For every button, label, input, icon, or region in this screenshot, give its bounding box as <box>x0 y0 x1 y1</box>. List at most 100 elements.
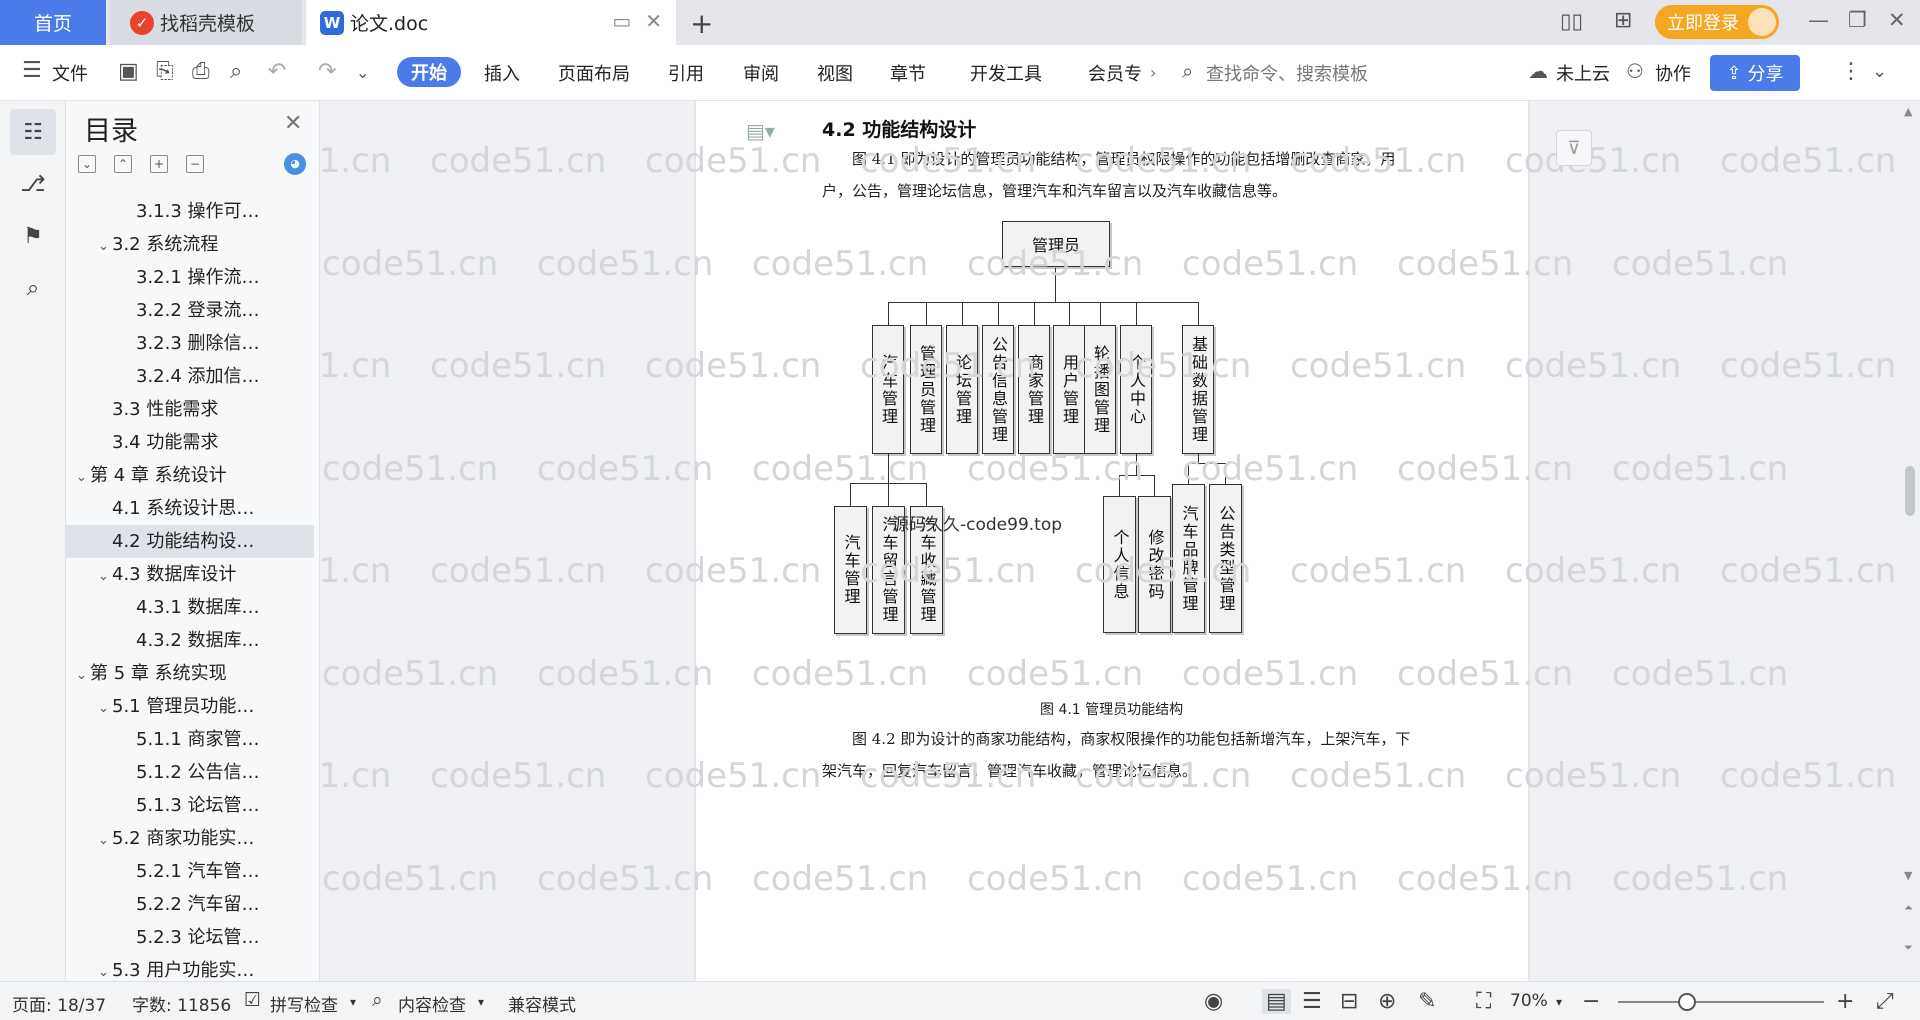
tab-references[interactable]: 引用 <box>668 60 704 86</box>
toc-item[interactable]: 5.2.2 汽车留… <box>66 888 314 921</box>
fullscreen-icon[interactable]: ⤢ <box>1876 989 1894 1014</box>
outline-view-icon[interactable]: ☰ <box>1302 989 1322 1014</box>
document-page[interactable]: ▤▾ 4.2 功能结构设计 图 4.1 即为设计的管理员功能结构，管理员权限操作… <box>696 101 1528 981</box>
expand-arrow-icon[interactable]: ⌄ <box>98 692 112 723</box>
spellcheck-button[interactable]: 拼写检查 <box>270 991 338 1016</box>
page-view-icon[interactable]: ▤ <box>1262 989 1291 1014</box>
scroll-down-icon[interactable]: ▼ <box>1904 869 1912 882</box>
remove-heading-icon[interactable]: − <box>186 155 204 173</box>
zoom-out-icon[interactable]: − <box>1582 989 1600 1014</box>
toc-item[interactable]: 5.2.1 汽车管… <box>66 855 314 888</box>
tab-start[interactable]: 开始 <box>397 57 461 87</box>
ai-assistant-icon[interactable]: ◕ <box>284 153 306 175</box>
zoom-slider-handle[interactable] <box>1678 993 1696 1011</box>
toc-item[interactable]: 5.1.2 公告信… <box>66 756 314 789</box>
toc-item[interactable]: 5.1.3 论坛管… <box>66 789 314 822</box>
layout-icon[interactable]: ▯▯ <box>1560 9 1583 33</box>
undo-icon[interactable]: ↶ <box>268 59 286 84</box>
toc-item[interactable]: ⌄ 5.1 管理员功能… <box>66 690 314 723</box>
maximize-icon[interactable]: ❐ <box>1848 8 1867 32</box>
page-menu-icon[interactable]: ▤▾ <box>746 119 775 143</box>
outline-panel-icon[interactable]: ⎇ <box>10 161 56 207</box>
spellcheck-dropdown-icon[interactable]: ▾ <box>350 995 356 1009</box>
toc-item[interactable]: ⌄ 5.2 商家功能实… <box>66 822 314 855</box>
save-icon[interactable]: ▣ <box>118 59 139 84</box>
menu-icon[interactable]: ☰ <box>22 58 42 83</box>
vertical-scrollbar[interactable]: ▲ ▼ ⏶ ⏷ <box>1900 101 1920 981</box>
print-icon[interactable]: ⎙ <box>192 59 210 84</box>
tab-home[interactable]: 首页 <box>0 0 106 45</box>
zoom-slider[interactable] <box>1618 1001 1824 1003</box>
web-view-icon[interactable]: ⊕ <box>1378 989 1396 1014</box>
toc-item[interactable]: ⌄ 第 5 章 系统实现 <box>66 657 314 690</box>
export-pdf-icon[interactable]: ⎘ <box>156 59 174 84</box>
toc-item[interactable]: ⌄ 4.3 数据库设计 <box>66 558 314 591</box>
fit-page-icon[interactable]: ⛶ <box>1476 989 1491 1014</box>
tab-chapter[interactable]: 章节 <box>890 60 926 86</box>
expand-up-icon[interactable]: ⌃ <box>114 155 132 173</box>
add-heading-icon[interactable]: + <box>150 155 168 173</box>
expand-arrow-icon[interactable]: ⌄ <box>76 461 90 492</box>
bookmark-icon[interactable]: ⚑ <box>10 213 56 259</box>
toc-item[interactable]: 3.3 性能需求 <box>66 393 314 426</box>
toc-item[interactable]: ⌄ 3.2 系统流程 <box>66 228 314 261</box>
file-menu[interactable]: 文件 <box>52 60 88 86</box>
collapse-all-icon[interactable]: ⌄ <box>78 155 96 173</box>
window-mode-icon[interactable]: ▭ <box>612 9 631 33</box>
zoom-in-icon[interactable]: + <box>1836 989 1854 1014</box>
tab-insert[interactable]: 插入 <box>484 60 520 86</box>
scroll-thumb[interactable] <box>1905 466 1915 516</box>
find-icon[interactable]: ⌕ <box>10 265 56 311</box>
tab-templates[interactable]: ✓ 找稻壳模板 <box>110 0 302 45</box>
toc-item[interactable]: 3.2.3 删除信… <box>66 327 314 360</box>
toc-item[interactable]: 3.2.2 登录流… <box>66 294 314 327</box>
redo-icon[interactable]: ↷ <box>318 59 336 84</box>
toc-item[interactable]: 4.2 功能结构设… <box>66 525 314 558</box>
floating-toolbar-icon[interactable]: ⊽ <box>1556 130 1592 166</box>
tab-member[interactable]: 会员专 <box>1088 60 1142 86</box>
cloud-status[interactable]: 未上云 <box>1556 60 1610 86</box>
tab-page-layout[interactable]: 页面布局 <box>558 60 630 86</box>
login-button[interactable]: 立即登录 <box>1655 5 1779 39</box>
command-search-input[interactable]: 查找命令、搜索模板 <box>1206 60 1368 86</box>
toc-item[interactable]: 5.2.3 论坛管… <box>66 921 314 954</box>
content-check-button[interactable]: 内容检查 <box>398 991 466 1016</box>
content-check-dropdown-icon[interactable]: ▾ <box>478 995 484 1009</box>
tab-developer[interactable]: 开发工具 <box>970 60 1042 86</box>
apps-grid-icon[interactable]: ⊞ <box>1614 8 1632 33</box>
toc-item[interactable]: ⌄ 第 4 章 系统设计 <box>66 459 314 492</box>
expand-arrow-icon[interactable]: ⌄ <box>98 560 112 591</box>
toc-item[interactable]: 3.4 功能需求 <box>66 426 314 459</box>
close-window-icon[interactable]: ✕ <box>1888 8 1906 32</box>
more-options-icon[interactable]: ⋮ <box>1840 59 1862 84</box>
toc-item[interactable]: 3.2.1 操作流… <box>66 261 314 294</box>
expand-arrow-icon[interactable]: ⌄ <box>98 824 112 855</box>
toc-item[interactable]: 5.1.1 商家管… <box>66 723 314 756</box>
page-count[interactable]: 页面: 18/37 <box>12 991 106 1016</box>
toc-item[interactable]: 4.3.2 数据库… <box>66 624 314 657</box>
toc-panel-icon[interactable]: ☷ <box>10 109 56 155</box>
prev-page-icon[interactable]: ⏶ <box>1904 901 1913 915</box>
toc-item[interactable]: 3.1.3 操作可… <box>66 195 314 228</box>
tab-review[interactable]: 审阅 <box>743 60 779 86</box>
word-count[interactable]: 字数: 11856 <box>132 991 231 1016</box>
share-button[interactable]: ⇪ 分享 <box>1710 55 1800 91</box>
collaborate-button[interactable]: 协作 <box>1655 60 1691 86</box>
scroll-up-icon[interactable]: ▲ <box>1904 105 1912 118</box>
tab-view[interactable]: 视图 <box>817 60 853 86</box>
collapse-ribbon-icon[interactable]: ⌄ <box>1872 61 1887 82</box>
close-tab-icon[interactable]: ✕ <box>645 9 662 33</box>
zoom-dropdown-icon[interactable]: ▾ <box>1556 995 1562 1009</box>
expand-arrow-icon[interactable]: ⌄ <box>76 659 90 690</box>
print-preview-icon[interactable]: ⌕ <box>230 59 242 84</box>
eye-protection-icon[interactable]: ◉ <box>1204 989 1223 1014</box>
expand-arrow-icon[interactable]: ⌄ <box>98 956 112 981</box>
more-tabs-icon[interactable]: › <box>1150 63 1156 82</box>
toc-item[interactable]: 4.3.1 数据库… <box>66 591 314 624</box>
next-page-icon[interactable]: ⏷ <box>1904 941 1913 955</box>
toc-item[interactable]: ⌄ 5.3 用户功能实… <box>66 954 314 981</box>
write-mode-icon[interactable]: ✎ <box>1418 989 1436 1014</box>
toc-item[interactable]: 4.1 系统设计思… <box>66 492 314 525</box>
new-tab-icon[interactable]: + <box>690 7 713 40</box>
document-canvas[interactable]: ▤▾ 4.2 功能结构设计 图 4.1 即为设计的管理员功能结构，管理员权限操作… <box>320 101 1900 981</box>
